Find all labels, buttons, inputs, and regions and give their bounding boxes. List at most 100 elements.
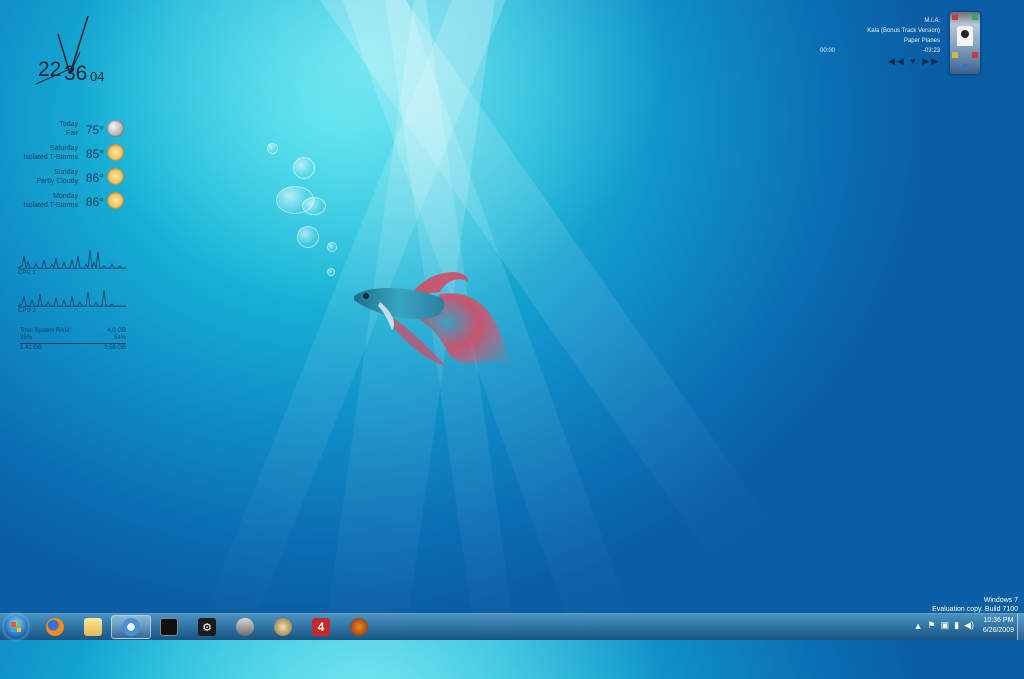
cpu1-graph [18,249,126,270]
weather-temp: 75° [85,123,104,137]
weather-day-text: Sunday Partly Cloudy [36,168,78,186]
half-life-icon [350,618,368,636]
weather-temp: 86° [85,171,104,185]
album-art[interactable] [950,12,980,74]
bubble [297,226,319,248]
windows-watermark: Windows 7 Evaluation copy. Build 7100 [932,596,1018,614]
taskbar: ⚙ 4 ▲ ⚑ ▣ ▮ ◀) 10:36 PM 6/26/2009 [0,613,1024,640]
ram-free-value: 2.58 GB [103,345,126,351]
album-patch [972,52,978,58]
taskbar-clock[interactable]: 10:36 PM 6/26/2009 [983,616,1014,636]
clock-gadget[interactable]: 22 36 04 [22,12,122,92]
weather-condition: Isolated T-Storms [23,202,78,209]
windows-logo-icon [11,622,21,632]
album-patch [962,64,968,70]
counter-strike-icon [274,618,292,636]
weather-day: Today [59,121,78,128]
album-face-icon [957,26,973,46]
taskbar-date: 6/26/2009 [982,627,1014,634]
cpu2-meter[interactable]: CPU 2 [18,286,126,314]
weather-day-text: Today Fair [59,120,78,138]
bubble [293,157,315,179]
weather-day-text: Monday Isolated T-Storms [23,192,78,210]
weather-day-text: Saturday Isolated T-Storms [23,144,78,162]
bubble [327,242,337,252]
taskbar-time: 10:36 PM [983,617,1014,624]
cpu2-label: CPU 2 [18,308,36,314]
music-album: Kala (Bonus Track Version) [867,28,940,34]
ram-total-label: Total System RAM: [20,328,72,334]
music-times: 00:00 -03:23 [820,46,940,56]
album-patch [952,14,958,20]
media-app-icon [160,618,178,636]
show-desktop-button[interactable] [1017,614,1024,640]
ram-bar [20,343,126,344]
folder-icon [84,618,102,636]
weather-temp: 85° [85,147,104,161]
logo-segment [11,622,16,627]
music-elapsed: 00:00 [820,48,836,54]
bubble [327,268,335,276]
cpu1-label: CPU 1 [18,270,36,276]
logo-segment [16,622,21,627]
music-gadget[interactable]: M.I.A. Kala (Bonus Track Version) Paper … [820,16,940,66]
taskbar-tool-app[interactable] [225,615,265,639]
taskbar-app-black[interactable] [149,615,189,639]
partly-cloudy-icon [107,168,124,185]
weather-condition: Isolated T-Storms [23,154,78,161]
moon-icon [107,120,124,137]
ram-meter[interactable]: Total System RAM: 4.0 GB 35% 64% 1.41 GB 2.… [20,328,126,352]
clock-hours: 22 [38,58,62,81]
bubble [302,197,326,215]
logo-segment [16,627,21,632]
taskbar-counter-strike[interactable] [263,615,303,639]
network-icon[interactable]: ▮ [954,620,959,631]
album-patch [972,14,978,20]
album-patch [952,52,958,58]
weather-day: Saturday [49,145,78,152]
watermark-line1: Windows 7 [983,597,1018,604]
firefox-icon [46,618,64,636]
taskbar-steam[interactable]: ⚙ [187,615,227,639]
taskbar-itunes[interactable] [111,615,151,639]
clock-seconds: 04 [90,69,105,84]
storm-icon [107,144,124,161]
system-tray: ▲ ⚑ ▣ ▮ ◀) [914,620,974,631]
storm-icon [107,192,124,209]
ram-value-row: 1.41 GB 2.58 GB [20,345,126,352]
weather-temp: 86° [85,195,104,209]
music-track: Paper Planes [903,38,940,44]
ram-free-pct: 64% [113,335,126,341]
music-controls[interactable]: ◀◀ ♥ ▶▶ [820,56,940,66]
itunes-icon [122,618,140,636]
taskbar-firefox[interactable] [35,615,75,639]
device-icon[interactable]: ▣ [941,620,950,631]
clock-minutes: 36 [64,62,88,85]
start-button[interactable] [4,615,28,639]
weather-condition: Fair [65,130,78,137]
tool-icon [236,618,254,636]
left-4-dead-icon: 4 [312,618,330,636]
music-artist: M.I.A. [924,18,940,24]
fish-icon [354,272,510,366]
music-remaining: -03:23 [922,48,940,54]
steam-icon: ⚙ [198,618,216,636]
weather-day: Monday [53,193,78,200]
weather-gadget[interactable]: Today Fair 75° Saturday Isolated T-Storms … [0,120,126,220]
logo-segment [11,627,16,632]
ram-total-row: Total System RAM: 4.0 GB [20,328,126,335]
taskbar-left4dead[interactable]: 4 [301,615,341,639]
weather-condition: Partly Cloudy [36,178,78,185]
taskbar-explorer[interactable] [73,615,113,639]
action-center-flag-icon[interactable]: ⚑ [928,620,936,631]
show-hidden-icons-icon[interactable]: ▲ [914,621,923,631]
weather-row: Saturday Isolated T-Storms 85° [0,144,126,166]
taskbar-half-life[interactable] [339,615,379,639]
volume-icon[interactable]: ◀) [964,620,974,631]
weather-row: Monday Isolated T-Storms 86° [0,192,126,214]
weather-row: Sunday Partly Cloudy 86° [0,168,126,190]
weather-day: Sunday [54,169,78,176]
cpu1-meter[interactable]: CPU 1 [18,248,126,276]
ram-used-value: 1.41 GB [20,345,43,351]
ram-pct-row: 35% 64% [20,335,126,342]
